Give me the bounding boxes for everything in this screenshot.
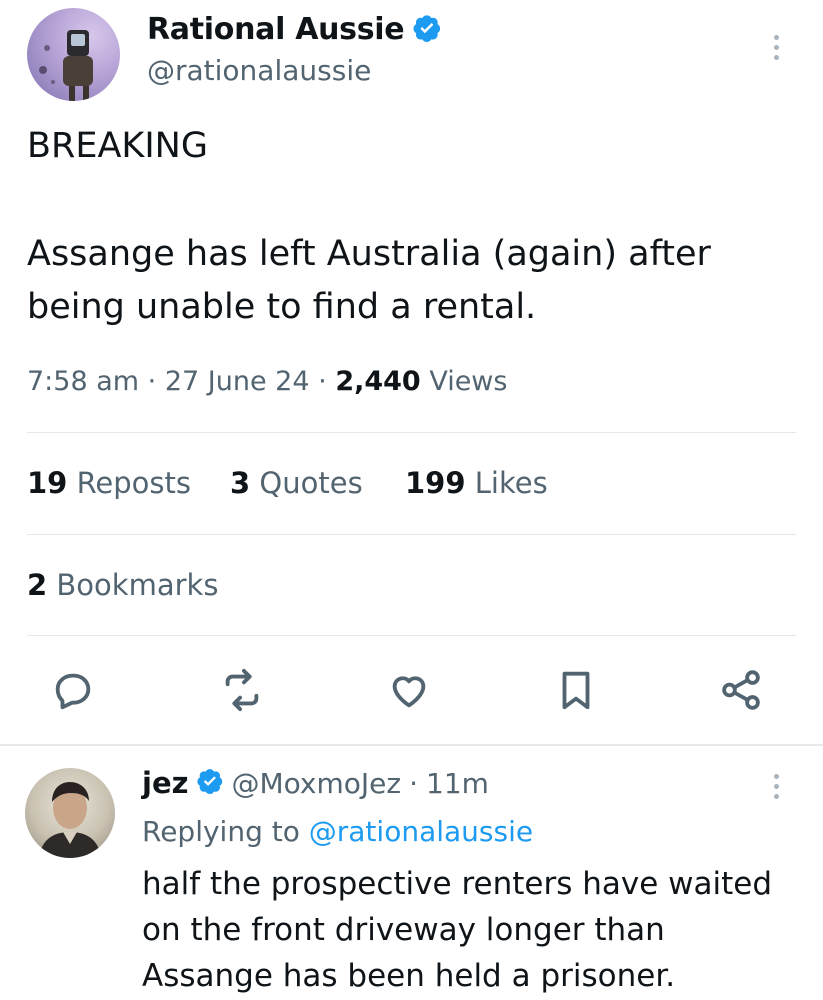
meta-separator: · bbox=[318, 366, 327, 397]
meta-separator: · bbox=[147, 366, 157, 397]
quotes-count: 3 bbox=[230, 466, 251, 500]
verified-badge-icon bbox=[196, 767, 224, 799]
tweet-text-line: being unable to find a rental. bbox=[27, 287, 537, 327]
reply-button[interactable] bbox=[48, 665, 98, 715]
like-icon bbox=[392, 676, 426, 708]
tweet-text-line: Assange has left Australia (again) after bbox=[27, 234, 711, 274]
author-handle[interactable]: @rationalaussie bbox=[147, 54, 371, 87]
tweet-meta: 7:58 am · 27 June 24 · 2,440 Views bbox=[27, 366, 507, 397]
reply-text-line: half the prospective renters have waited bbox=[142, 866, 772, 902]
bookmark-button[interactable] bbox=[551, 665, 601, 715]
repost-icon bbox=[225, 668, 259, 712]
reply-text-line: on the front driveway longer than bbox=[142, 912, 665, 948]
verified-badge-icon bbox=[412, 13, 442, 47]
tweet-text-line: BREAKING bbox=[27, 126, 208, 166]
divider bbox=[27, 534, 796, 535]
author-name-row[interactable]: Rational Aussie bbox=[147, 12, 442, 47]
quotes-label: Quotes bbox=[259, 466, 363, 500]
avatar-image bbox=[39, 30, 93, 101]
replying-to-handle-link[interactable]: @rationalaussie bbox=[309, 815, 533, 848]
reply-icon bbox=[55, 673, 91, 710]
bookmark-icon bbox=[562, 671, 590, 710]
tweet-time[interactable]: 7:58 am bbox=[27, 366, 139, 397]
divider bbox=[27, 635, 796, 636]
author-display-name[interactable]: Rational Aussie bbox=[147, 12, 405, 47]
more-options-icon[interactable] bbox=[771, 35, 781, 60]
like-button[interactable] bbox=[384, 665, 434, 715]
views-label: Views bbox=[429, 366, 508, 397]
replying-to-prefix: Replying to bbox=[142, 815, 300, 848]
bookmarks-label: Bookmarks bbox=[56, 568, 219, 602]
bookmarks-count: 2 bbox=[27, 568, 48, 602]
reply-author-avatar[interactable] bbox=[25, 768, 115, 858]
reposts-stat[interactable]: 19 Reposts bbox=[27, 466, 191, 500]
share-icon bbox=[722, 670, 760, 710]
meta-separator: · bbox=[409, 766, 418, 800]
divider bbox=[0, 744, 823, 746]
bookmarks-stat[interactable]: 2 Bookmarks bbox=[27, 568, 218, 602]
reply-name-row: jez @MoxmoJez · 11m bbox=[142, 766, 489, 800]
repost-button[interactable] bbox=[217, 665, 267, 715]
tweet-date[interactable]: 27 June 24 bbox=[165, 366, 310, 397]
views-count: 2,440 bbox=[335, 366, 421, 397]
reply-time[interactable]: 11m bbox=[426, 767, 489, 800]
author-avatar[interactable] bbox=[27, 8, 120, 101]
reply-display-name[interactable]: jez bbox=[142, 766, 189, 800]
replying-to: Replying to @rationalaussie bbox=[142, 815, 533, 848]
reposts-label: Reposts bbox=[76, 466, 192, 500]
likes-label: Likes bbox=[474, 466, 548, 500]
reply-handle[interactable]: @MoxmoJez bbox=[232, 767, 402, 800]
reply-more-options-icon[interactable] bbox=[771, 774, 781, 799]
reply-text-line: Assange has been held a prisoner. bbox=[142, 958, 676, 994]
divider bbox=[27, 432, 796, 433]
avatar-image bbox=[39, 782, 101, 858]
likes-stat[interactable]: 199 Likes bbox=[405, 466, 548, 500]
quotes-stat[interactable]: 3 Quotes bbox=[230, 466, 363, 500]
share-button[interactable] bbox=[716, 665, 766, 715]
likes-count: 199 bbox=[405, 466, 466, 500]
reposts-count: 19 bbox=[27, 466, 68, 500]
